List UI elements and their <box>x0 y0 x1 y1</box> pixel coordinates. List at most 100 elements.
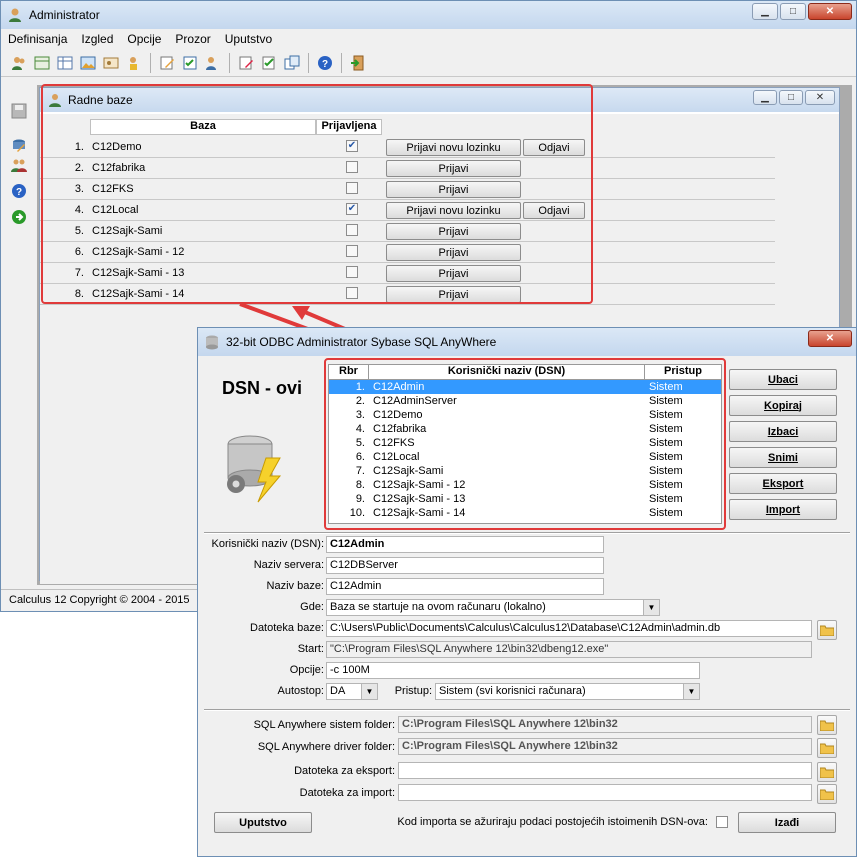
document-edit-icon[interactable] <box>236 53 256 73</box>
help-circle-icon[interactable]: ? <box>9 181 29 201</box>
folder-icon[interactable] <box>817 762 837 782</box>
prijavljena-checkbox[interactable] <box>346 266 358 278</box>
prijavi-button[interactable]: Prijavi <box>386 286 521 303</box>
database-name: C12Local <box>92 204 139 216</box>
list-item[interactable]: 1. C12Admin Sistem <box>329 380 721 394</box>
user-card-icon[interactable] <box>101 53 121 73</box>
prijavljena-checkbox[interactable]: ✔ <box>346 203 358 215</box>
edit-icon[interactable] <box>157 53 177 73</box>
row-number: 4. <box>74 204 84 216</box>
users-group-icon[interactable] <box>9 155 29 175</box>
folder-icon[interactable] <box>817 620 837 640</box>
driver-folder-field[interactable]: C:\Program Files\SQL Anywhere 12\bin32 <box>398 738 812 755</box>
prijavi-button[interactable]: Prijavi <box>386 244 521 261</box>
sistem-folder-label: SQL Anywhere sistem folder: <box>253 719 395 731</box>
import-update-checkbox[interactable] <box>716 816 728 828</box>
snimi-button[interactable]: Snimi <box>729 447 837 468</box>
table-icon[interactable] <box>55 53 75 73</box>
baza-field[interactable]: C12Admin <box>326 578 604 595</box>
driver-folder-label: SQL Anywhere driver folder: <box>257 741 395 753</box>
documents-icon[interactable] <box>282 53 302 73</box>
prijavi-button[interactable]: Prijavi <box>386 223 521 240</box>
dsn-row-number: 8. <box>355 479 365 491</box>
autostop-select[interactable]: DA ▼ <box>326 683 378 700</box>
prijavi-button[interactable]: Prijavi <box>386 160 521 177</box>
prijavi-button[interactable]: Prijavi novu lozinku <box>386 139 521 156</box>
prijavljena-checkbox[interactable] <box>346 245 358 257</box>
opcije-label: Opcije: <box>289 664 324 676</box>
sistem-folder-field[interactable]: C:\Program Files\SQL Anywhere 12\bin32 <box>398 716 812 733</box>
list-item[interactable]: 9. C12Sajk-Sami - 13 Sistem <box>329 492 721 506</box>
prijavi-button[interactable]: Prijavi novu lozinku <box>386 202 521 219</box>
chevron-down-icon[interactable]: ▼ <box>643 600 659 615</box>
minimize-button[interactable]: ▁ <box>752 3 778 20</box>
table-add-icon[interactable] <box>32 53 52 73</box>
eksport-button[interactable]: Eksport <box>729 473 837 494</box>
prijavljena-checkbox[interactable]: ✔ <box>346 140 358 152</box>
list-item[interactable]: 2. C12AdminServer Sistem <box>329 394 721 408</box>
prijavljena-checkbox[interactable] <box>346 224 358 236</box>
prijavi-button[interactable]: Prijavi <box>386 181 521 198</box>
col-header-baza: Baza <box>90 119 316 135</box>
server-field[interactable]: C12DBServer <box>326 557 604 574</box>
prijavi-button[interactable]: Prijavi <box>386 265 521 282</box>
table-row: 8. C12Sajk-Sami - 14 Prijavi <box>40 284 775 305</box>
gde-value: Baza se startuje na ovom računaru (lokal… <box>330 601 546 613</box>
menu-opcije[interactable]: Opcije <box>120 32 168 46</box>
document-check-icon[interactable] <box>259 53 279 73</box>
divider <box>204 709 850 711</box>
eksport-file-field[interactable] <box>398 762 812 779</box>
datoteka-field[interactable]: C:\Users\Public\Documents\Calculus\Calcu… <box>326 620 812 637</box>
prijavljena-checkbox[interactable] <box>346 161 358 173</box>
izbaci-button[interactable]: Izbaci <box>729 421 837 442</box>
list-item[interactable]: 4. C12fabrika Sistem <box>329 422 721 436</box>
edit-db-icon[interactable] <box>9 135 29 155</box>
save-icon[interactable] <box>9 101 29 121</box>
list-item[interactable]: 6. C12Local Sistem <box>329 450 721 464</box>
child-close-button[interactable]: ✕ <box>805 90 835 105</box>
gde-select[interactable]: Baza se startuje na ovom računaru (lokal… <box>326 599 660 616</box>
import-button[interactable]: Import <box>729 499 837 520</box>
child-maximize-button[interactable]: □ <box>779 90 803 105</box>
prijavljena-checkbox[interactable] <box>346 182 358 194</box>
list-item[interactable]: 5. C12FKS Sistem <box>329 436 721 450</box>
uputstvo-button[interactable]: Uputstvo <box>214 812 312 833</box>
kopiraj-button[interactable]: Kopiraj <box>729 395 837 416</box>
list-item[interactable]: 10. C12Sajk-Sami - 14 Sistem <box>329 506 721 520</box>
dsn-name-field[interactable]: C12Admin <box>326 536 604 553</box>
izadji-button[interactable]: Izađi <box>738 812 836 833</box>
list-item[interactable]: 7. C12Sajk-Sami Sistem <box>329 464 721 478</box>
menu-izgled[interactable]: Izgled <box>74 32 120 46</box>
autostop-value: DA <box>330 685 346 697</box>
chevron-down-icon[interactable]: ▼ <box>361 684 377 699</box>
menu-uputstvo[interactable]: Uputstvo <box>218 32 279 46</box>
folder-icon[interactable] <box>817 784 837 804</box>
exit-icon[interactable] <box>348 53 368 73</box>
help-icon[interactable]: ? <box>315 53 335 73</box>
close-button[interactable]: ✕ <box>808 3 852 20</box>
odjavi-button[interactable]: Odjavi <box>523 139 585 156</box>
folder-icon[interactable] <box>817 738 837 758</box>
menu-prozor[interactable]: Prozor <box>168 32 217 46</box>
dsn-close-button[interactable]: ✕ <box>808 330 852 347</box>
users-icon[interactable] <box>9 53 29 73</box>
list-item[interactable]: 8. C12Sajk-Sami - 12 Sistem <box>329 478 721 492</box>
go-icon[interactable] <box>9 207 29 227</box>
pristup-select[interactable]: Sistem (svi korisnici računara) ▼ <box>435 683 700 700</box>
divider <box>204 532 850 534</box>
start-field[interactable]: "C:\Program Files\SQL Anywhere 12\bin32\… <box>326 641 812 658</box>
user-lock-icon[interactable] <box>124 53 144 73</box>
checklist-icon[interactable] <box>180 53 200 73</box>
menu-definisanja[interactable]: Definisanja <box>1 32 74 46</box>
odjavi-button[interactable]: Odjavi <box>523 202 585 219</box>
chevron-down-icon[interactable]: ▼ <box>683 684 699 699</box>
user-edit-icon[interactable] <box>203 53 223 73</box>
ubaci-button[interactable]: Ubaci <box>729 369 837 390</box>
opcije-field[interactable]: -c 100M <box>326 662 700 679</box>
maximize-button[interactable]: □ <box>780 3 806 20</box>
list-item[interactable]: 3. C12Demo Sistem <box>329 408 721 422</box>
import-file-field[interactable] <box>398 784 812 801</box>
image-icon[interactable] <box>78 53 98 73</box>
child-minimize-button[interactable]: ▁ <box>753 90 777 105</box>
folder-icon[interactable] <box>817 715 837 735</box>
